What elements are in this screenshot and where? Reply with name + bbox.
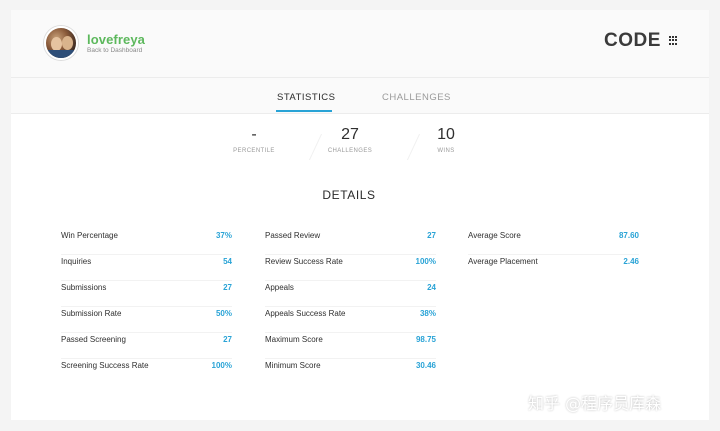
detail-row: Review Success Rate 100% <box>265 255 436 281</box>
avatar-face <box>51 37 62 51</box>
grid-icon[interactable] <box>669 36 678 45</box>
tab-challenges[interactable]: CHALLENGES <box>382 92 451 103</box>
tab-bar: STATISTICS CHALLENGES <box>11 78 709 114</box>
stat-percentile: - PERCENTILE <box>214 126 294 154</box>
detail-row: Maximum Score 98.75 <box>265 333 436 359</box>
detail-value: 30.46 <box>415 361 436 370</box>
detail-value: 50% <box>215 309 232 318</box>
detail-label: Appeals <box>265 283 294 292</box>
detail-row: Average Placement 2.46 <box>468 255 639 281</box>
tab-statistics[interactable]: STATISTICS <box>277 92 335 103</box>
detail-label: Appeals Success Rate <box>265 309 346 318</box>
stat-value: 10 <box>437 126 455 143</box>
detail-row: Submissions 27 <box>61 281 232 307</box>
detail-row: Inquiries 54 <box>61 255 232 281</box>
detail-value: 24 <box>427 283 436 292</box>
avatar-face <box>62 36 73 50</box>
detail-row: Appeals 24 <box>265 281 436 307</box>
detail-row: Screening Success Rate 100% <box>61 359 232 385</box>
detail-row: Average Score 87.60 <box>468 229 639 255</box>
detail-value: 37% <box>215 231 232 240</box>
detail-label: Inquiries <box>61 257 92 266</box>
detail-row: Passed Screening 27 <box>61 333 232 359</box>
stat-label: WINS <box>437 148 455 154</box>
detail-label: Win Percentage <box>61 231 118 240</box>
detail-label: Minimum Score <box>265 361 321 370</box>
detail-value: 27 <box>223 335 232 344</box>
detail-value: 98.75 <box>415 335 436 344</box>
watermark: 知乎 @程序员库森 <box>528 394 662 413</box>
profile-header: lovefreya Back to Dashboard CODE <box>11 10 709 78</box>
username[interactable]: lovefreya <box>87 32 145 47</box>
stat-challenges: 27 CHALLENGES <box>310 126 390 154</box>
stat-wins: 10 WINS <box>406 126 486 154</box>
detail-value: 27 <box>223 283 232 292</box>
detail-label: Screening Success Rate <box>61 361 149 370</box>
detail-value: 38% <box>419 309 436 318</box>
detail-value: 54 <box>223 257 232 266</box>
detail-label: Maximum Score <box>265 335 323 344</box>
detail-value: 2.46 <box>623 257 639 266</box>
detail-label: Submission Rate <box>61 309 122 318</box>
detail-row: Submission Rate 50% <box>61 307 232 333</box>
detail-label: Review Success Rate <box>265 257 343 266</box>
detail-row: Appeals Success Rate 38% <box>265 307 436 333</box>
detail-label: Passed Screening <box>61 335 126 344</box>
stat-value: - <box>251 126 257 143</box>
stat-label: PERCENTILE <box>233 148 275 154</box>
detail-value: 100% <box>415 257 436 266</box>
detail-row: Win Percentage 37% <box>61 229 232 255</box>
detail-label: Average Score <box>468 231 521 240</box>
detail-value: 27 <box>427 231 436 240</box>
avatar[interactable] <box>44 26 78 60</box>
detail-row: Minimum Score 30.46 <box>265 359 436 385</box>
stat-value: 27 <box>341 126 359 143</box>
detail-label: Submissions <box>61 283 107 292</box>
detail-label: Average Placement <box>468 257 538 266</box>
detail-value: 100% <box>211 361 232 370</box>
active-tab-indicator <box>276 110 332 112</box>
detail-value: 87.60 <box>618 231 639 240</box>
details-heading: DETAILS <box>322 188 376 202</box>
detail-label: Passed Review <box>265 231 321 240</box>
back-to-dashboard-link[interactable]: Back to Dashboard <box>87 47 142 54</box>
avatar-clothing <box>46 50 76 58</box>
stat-label: CHALLENGES <box>327 148 373 154</box>
track-title: CODE <box>604 30 661 51</box>
detail-row: Passed Review 27 <box>265 229 436 255</box>
